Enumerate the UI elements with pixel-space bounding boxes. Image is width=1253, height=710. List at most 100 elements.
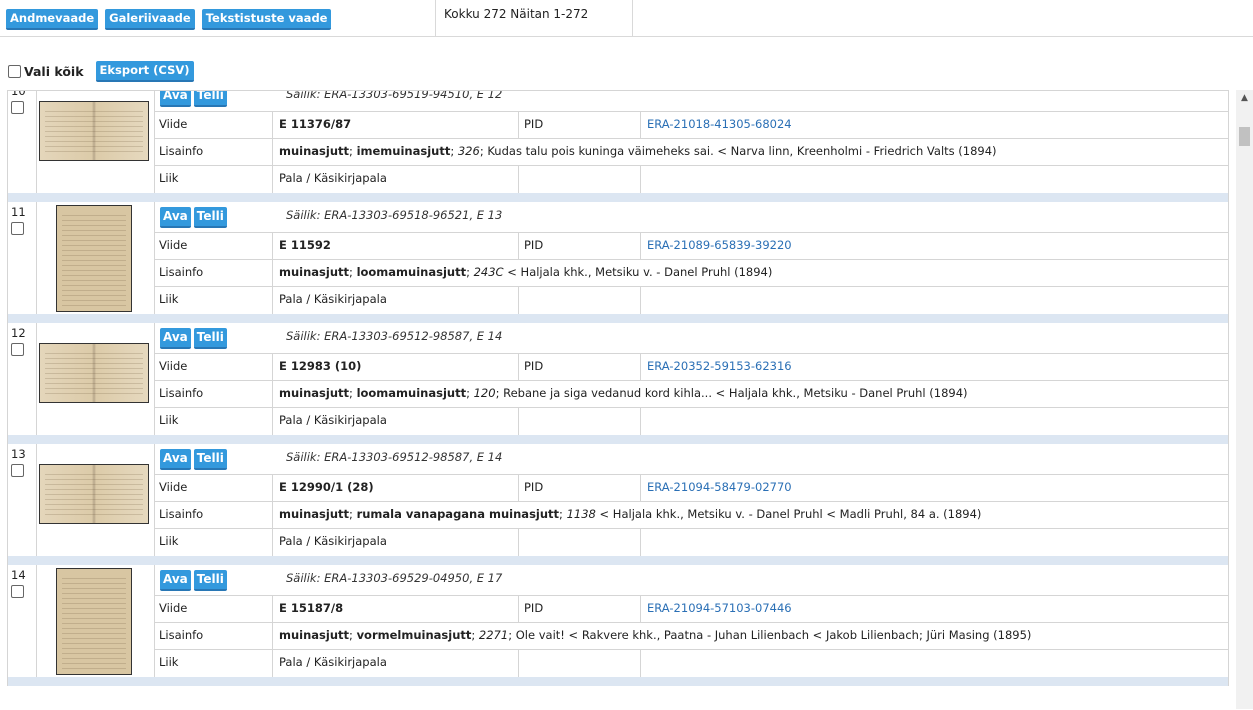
reference-value: E 12990/1 (28)	[273, 474, 519, 501]
order-button[interactable]: Telli	[193, 449, 227, 470]
order-button[interactable]: Telli	[193, 91, 227, 107]
open-button[interactable]: Ava	[160, 207, 191, 228]
collection-unit: Säilik: ERA-13303-69512-98587, E 14	[286, 329, 503, 343]
genre-secondary: loomamuinasjutt	[356, 265, 467, 279]
genre-separator: ;	[349, 386, 357, 400]
order-button[interactable]: Telli	[193, 328, 227, 349]
reference-label: Viide	[154, 353, 273, 380]
manuscript-thumbnail[interactable]	[56, 205, 132, 312]
thumbnail-cell	[36, 202, 155, 314]
type-value: Pala / Käsikirjapala	[273, 286, 519, 314]
handwriting-texture	[45, 349, 143, 397]
results-scrollbar[interactable]: ▲	[1236, 90, 1253, 709]
pid-link[interactable]: ERA-20352-59153-62316	[641, 353, 1228, 380]
collection-unit: Säilik: ERA-13303-69519-94510, E 12	[286, 90, 503, 101]
record-checkbox[interactable]	[11, 464, 24, 477]
type-row: Liik Pala / Käsikirjapala	[154, 286, 1228, 314]
open-button[interactable]: Ava	[160, 328, 191, 349]
info-text: ; Kudas talu pois kuninga väimeheks sai.…	[479, 144, 997, 158]
data-view-button[interactable]: Andmevaade	[6, 9, 99, 30]
open-button[interactable]: Ava	[160, 449, 191, 470]
record-separator	[7, 435, 1229, 444]
reference-label: Viide	[154, 232, 273, 259]
record-checkbox[interactable]	[11, 585, 24, 598]
record-row: 10 Ava Telli Säilik: ERA-13303-69519-945…	[7, 90, 1229, 193]
pid-link[interactable]: ERA-21089-65839-39220	[641, 232, 1228, 259]
select-all-label[interactable]: Vali kõik	[24, 64, 84, 79]
scroll-thumb[interactable]	[1239, 127, 1250, 146]
genre-secondary: vormelmuinasjutt	[356, 628, 472, 642]
record-details: Ava Telli Säilik: ERA-13303-69519-94510,…	[154, 90, 1228, 193]
record-index-cell: 14	[8, 565, 37, 677]
order-button[interactable]: Telli	[193, 207, 227, 228]
record-checkbox[interactable]	[11, 343, 24, 356]
record-actions: Ava Telli	[160, 328, 227, 349]
record-number: 11	[11, 205, 26, 219]
record-row: 12 Ava Telli Säilik: ERA-13303-69512-985…	[7, 323, 1229, 435]
code-separator: ;	[450, 144, 458, 158]
reference-value: E 11376/87	[273, 111, 519, 138]
thumbnail-cell	[36, 91, 155, 193]
handwriting-texture	[62, 574, 126, 669]
result-count: Kokku 272 Näitan 1-272	[444, 7, 589, 21]
type-label: Liik	[154, 165, 273, 193]
record-details: Ava Telli Säilik: ERA-13303-69512-98587,…	[154, 444, 1228, 556]
type-code: 243C	[473, 265, 504, 279]
record-actions: Ava Telli	[160, 449, 227, 470]
info-value: muinasjutt; rumala vanapagana muinasjutt…	[273, 501, 1228, 528]
open-button[interactable]: Ava	[160, 570, 191, 591]
reference-label: Viide	[154, 474, 273, 501]
text-view-button[interactable]: Tekstistuste vaade	[201, 9, 332, 30]
reference-value: E 12983 (10)	[273, 353, 519, 380]
order-button[interactable]: Telli	[193, 570, 227, 591]
info-row: Lisainfo muinasjutt; loomamuinasjutt; 24…	[154, 259, 1228, 287]
record-index-cell: 11	[8, 202, 37, 314]
reference-value: E 11592	[273, 232, 519, 259]
genre-primary: muinasjutt	[279, 144, 350, 158]
type-code: 1138	[566, 507, 596, 521]
scroll-up-arrow-icon[interactable]: ▲	[1236, 90, 1253, 107]
info-label: Lisainfo	[154, 501, 273, 528]
pid-link[interactable]: ERA-21094-58479-02770	[641, 474, 1228, 501]
reference-label: Viide	[154, 111, 273, 138]
info-value: muinasjutt; loomamuinasjutt; 243C < Halj…	[273, 259, 1228, 286]
empty-cell	[519, 407, 641, 435]
pid-label: PID	[519, 353, 641, 380]
gallery-view-button[interactable]: Galeriivaade	[105, 9, 195, 30]
genre-primary: muinasjutt	[279, 628, 350, 642]
select-all-checkbox[interactable]	[8, 64, 21, 78]
genre-separator: ;	[349, 265, 357, 279]
info-value: muinasjutt; imemuinasjutt; 326; Kudas ta…	[273, 138, 1228, 165]
empty-cell	[519, 528, 641, 556]
record-separator	[7, 677, 1229, 686]
record-index-cell: 12	[8, 323, 37, 435]
type-code: 326	[457, 144, 480, 158]
manuscript-thumbnail[interactable]	[56, 568, 132, 675]
genre-separator: ;	[349, 628, 357, 642]
type-label: Liik	[154, 407, 273, 435]
record-checkbox[interactable]	[11, 222, 24, 235]
record-checkbox[interactable]	[11, 101, 24, 114]
record-number: 10	[11, 90, 26, 98]
manuscript-thumbnail[interactable]	[39, 464, 149, 524]
type-code: 2271	[478, 628, 509, 642]
manuscript-thumbnail[interactable]	[39, 343, 149, 403]
collection-unit: Säilik: ERA-13303-69529-04950, E 17	[286, 571, 503, 585]
empty-cell	[641, 407, 1228, 435]
info-text: < Haljala khk., Metsiku v. - Danel Pruhl…	[595, 507, 982, 521]
type-value: Pala / Käsikirjapala	[273, 407, 519, 435]
type-value: Pala / Käsikirjapala	[273, 528, 519, 556]
genre-primary: muinasjutt	[279, 507, 350, 521]
export-csv-button[interactable]: Eksport (CSV)	[95, 60, 194, 82]
pid-link[interactable]: ERA-21018-41305-68024	[641, 111, 1228, 138]
pid-link[interactable]: ERA-21094-57103-07446	[641, 595, 1228, 622]
genre-separator: ;	[349, 144, 357, 158]
empty-cell	[641, 528, 1228, 556]
reference-row: Viide E 12983 (10) PID ERA-20352-59153-6…	[154, 353, 1228, 381]
empty-cell	[641, 649, 1228, 677]
record-header: Ava Telli Säilik: ERA-13303-69512-98587,…	[154, 323, 1228, 354]
record-separator	[7, 314, 1229, 323]
manuscript-thumbnail[interactable]	[39, 101, 149, 161]
info-row: Lisainfo muinasjutt; rumala vanapagana m…	[154, 501, 1228, 529]
open-button[interactable]: Ava	[160, 91, 191, 107]
